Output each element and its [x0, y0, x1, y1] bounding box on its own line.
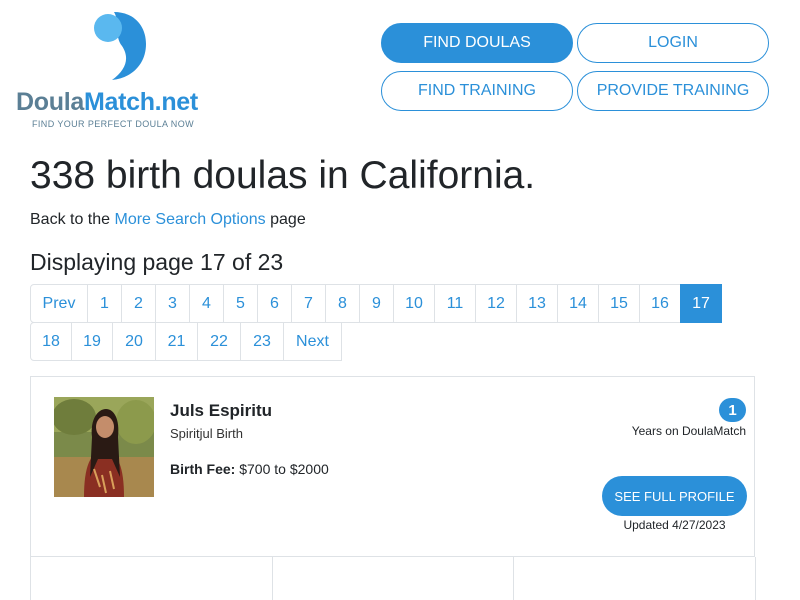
doula-business-name: Spiritjul Birth	[170, 426, 243, 441]
doula-photo[interactable]	[54, 397, 154, 497]
doula-photo-image	[54, 397, 154, 497]
pagination-page-21[interactable]: 21	[155, 322, 198, 361]
logo-wordmark: DoulaMatch.net	[16, 88, 198, 116]
back-prefix: Back to the	[30, 211, 115, 228]
pagination-page-1[interactable]: 1	[87, 284, 122, 323]
see-full-profile-button[interactable]: SEE FULL PROFILE	[602, 476, 747, 516]
pagination-row-2: 18 19 20 21 22 23 Next	[30, 322, 342, 361]
birth-fee: Birth Fee: $700 to $2000	[170, 461, 329, 477]
pagination-page-20[interactable]: 20	[112, 322, 156, 361]
pagination-page-14[interactable]: 14	[557, 284, 599, 323]
years-badge: 1	[719, 398, 746, 422]
pagination-prev-button[interactable]: Prev	[30, 284, 88, 323]
pagination-page-8[interactable]: 8	[325, 284, 360, 323]
listing-card-partial	[30, 557, 273, 600]
next-listings-row	[30, 556, 757, 600]
pagination-page-22[interactable]: 22	[197, 322, 241, 361]
logo-tagline: FIND YOUR PERFECT DOULA NOW	[32, 119, 194, 129]
pagination-page-13[interactable]: 13	[516, 284, 558, 323]
site-logo[interactable]: DoulaMatch.net FIND YOUR PERFECT DOULA N…	[16, 12, 221, 130]
pagination-page-23[interactable]: 23	[240, 322, 284, 361]
pagination-page-12[interactable]: 12	[475, 284, 517, 323]
birth-fee-value: $700 to $2000	[235, 461, 329, 477]
pagination-next-button[interactable]: Next	[283, 322, 342, 361]
provide-training-button[interactable]: PROVIDE TRAINING	[577, 71, 769, 111]
login-button[interactable]: LOGIN	[577, 23, 769, 63]
find-doulas-button[interactable]: FIND DOULAS	[381, 23, 573, 63]
pagination-page-17[interactable]: 17	[680, 284, 722, 323]
back-suffix: page	[265, 211, 306, 228]
more-search-options-link[interactable]: More Search Options	[115, 211, 266, 228]
doula-listing-card: Juls Espiritu Spiritjul Birth Birth Fee:…	[30, 376, 755, 556]
page-title: 338 birth doulas in California.	[30, 154, 536, 197]
pagination-page-6[interactable]: 6	[257, 284, 292, 323]
back-line: Back to the More Search Options page	[30, 211, 306, 229]
pagination-page-15[interactable]: 15	[598, 284, 640, 323]
doula-logo-icon	[94, 12, 146, 80]
pagination-page-2[interactable]: 2	[121, 284, 156, 323]
pagination-page-5[interactable]: 5	[223, 284, 258, 323]
pagination-page-7[interactable]: 7	[291, 284, 326, 323]
pagination-page-9[interactable]: 9	[359, 284, 394, 323]
page-status-heading: Displaying page 17 of 23	[30, 249, 284, 275]
listing-card-partial	[271, 557, 515, 600]
pagination-page-10[interactable]: 10	[393, 284, 435, 323]
pagination-page-16[interactable]: 16	[639, 284, 681, 323]
doula-name[interactable]: Juls Espiritu	[170, 401, 272, 421]
find-training-button[interactable]: FIND TRAINING	[381, 71, 573, 111]
pagination-page-4[interactable]: 4	[189, 284, 224, 323]
listing-card-partial	[513, 557, 757, 600]
pagination-page-18[interactable]: 18	[30, 322, 72, 361]
pagination-row-1: Prev 1 2 3 4 5 6 7 8 9 10 11 12 13 14 15 16 17	[30, 284, 722, 323]
birth-fee-label: Birth Fee:	[170, 461, 236, 477]
pagination-page-3[interactable]: 3	[155, 284, 190, 323]
updated-date: Updated 4/27/2023	[623, 518, 726, 532]
pagination-page-11[interactable]: 11	[434, 284, 476, 323]
pagination-page-19[interactable]: 19	[71, 322, 113, 361]
years-label: Years on DoulaMatch	[631, 424, 746, 438]
